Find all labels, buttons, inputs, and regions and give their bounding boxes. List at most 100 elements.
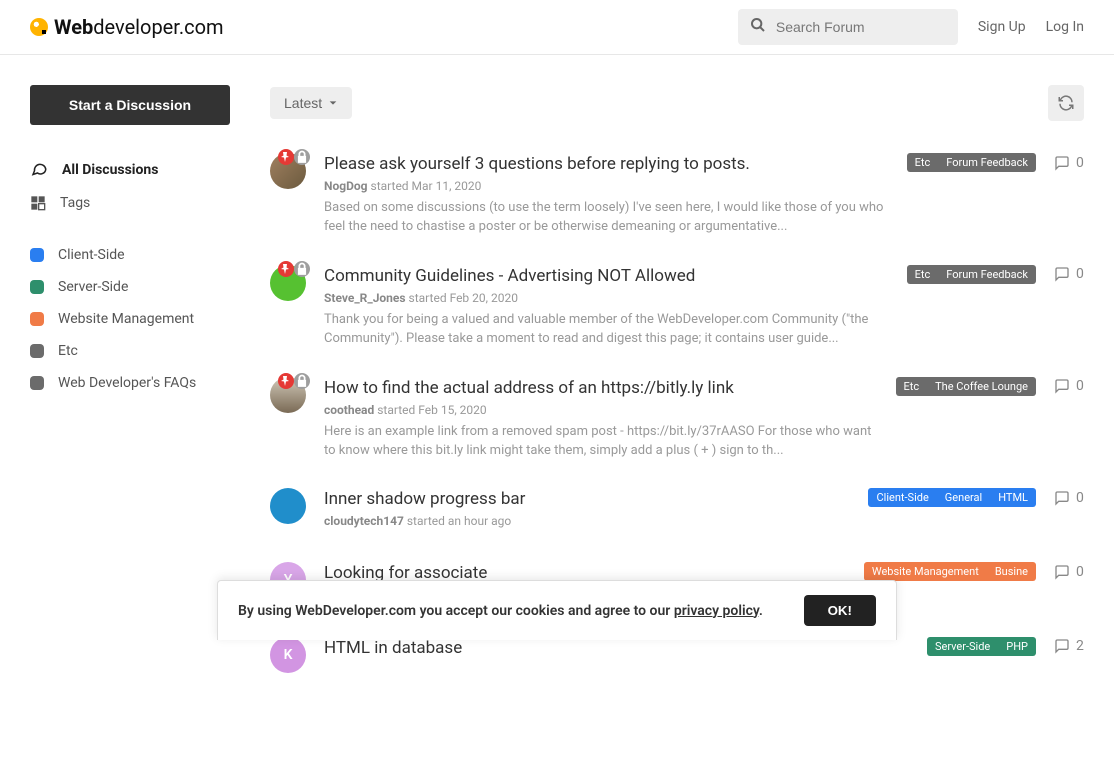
signup-link[interactable]: Sign Up — [978, 19, 1026, 35]
discussion-excerpt: Here is an example link from a removed s… — [324, 423, 878, 461]
sidebar-category-label: Server-Side — [58, 279, 128, 295]
discussion-author[interactable]: NogDog — [324, 179, 368, 193]
discussion-time: started an hour ago — [404, 514, 511, 528]
discussion-right: Website ManagementBusine 0 — [864, 562, 1084, 581]
discussion-meta: cloudytech147 started an hour ago — [324, 514, 850, 528]
avatar[interactable] — [270, 153, 306, 189]
discussion-row[interactable]: Please ask yourself 3 questions before r… — [270, 139, 1084, 251]
pin-icon — [280, 375, 292, 387]
toolbar: Latest — [270, 85, 1084, 121]
discussion-right: Client-SideGeneralHTML 0 — [868, 488, 1084, 507]
tag-badge[interactable]: The Coffee Lounge — [927, 377, 1036, 396]
reply-count-value: 0 — [1076, 266, 1084, 282]
tag-badge[interactable]: Busine — [987, 562, 1036, 581]
tag-badge[interactable]: Forum Feedback — [938, 265, 1036, 284]
discussion-title[interactable]: Inner shadow progress bar — [324, 488, 850, 510]
avatar[interactable] — [270, 377, 306, 413]
tag-color-dot — [30, 312, 44, 326]
discussion-author[interactable]: coothead — [324, 403, 374, 417]
comment-icon — [1054, 155, 1070, 171]
avatar[interactable] — [270, 265, 306, 301]
logo-text-rest: developer.com — [93, 15, 223, 39]
reply-count[interactable]: 0 — [1054, 378, 1084, 394]
tag-badges: EtcForum Feedback — [907, 265, 1036, 284]
discussion-title[interactable]: How to find the actual address of an htt… — [324, 377, 878, 399]
discussion-body: Community Guidelines - Advertising NOT A… — [324, 265, 889, 349]
reply-count[interactable]: 0 — [1054, 266, 1084, 282]
discussion-row[interactable]: Inner shadow progress bar cloudytech147 s… — [270, 474, 1084, 548]
reply-count[interactable]: 0 — [1054, 155, 1084, 171]
tag-badge[interactable]: Etc — [907, 265, 939, 284]
sidebar-category[interactable]: Server-Side — [30, 271, 230, 303]
pin-icon — [280, 263, 292, 275]
sidebar-category[interactable]: Client-Side — [30, 239, 230, 271]
sidebar-item-tags[interactable]: Tags — [30, 187, 230, 219]
sidebar-item-label: All Discussions — [62, 162, 158, 178]
comments-icon — [30, 161, 48, 179]
search-wrap — [738, 9, 958, 45]
discussion-time: started Feb 15, 2020 — [374, 403, 486, 417]
tag-badge[interactable]: Etc — [896, 377, 928, 396]
discussion-right: EtcForum Feedback 0 — [907, 265, 1084, 284]
discussion-meta: NogDog started Mar 11, 2020 — [324, 179, 889, 193]
comment-icon — [1054, 266, 1070, 282]
lock-icon — [295, 374, 309, 388]
tag-badge[interactable]: HTML — [990, 488, 1036, 507]
cookie-ok-button[interactable]: OK! — [804, 595, 876, 626]
reply-count-value: 2 — [1076, 638, 1084, 654]
avatar[interactable] — [270, 488, 306, 524]
reply-count[interactable]: 0 — [1054, 490, 1084, 506]
search-input[interactable] — [738, 9, 958, 45]
tag-color-dot — [30, 344, 44, 358]
start-discussion-button[interactable]: Start a Discussion — [30, 85, 230, 125]
discussion-time: started Feb 20, 2020 — [406, 291, 518, 305]
discussion-right: EtcForum Feedback 0 — [907, 153, 1084, 172]
refresh-button[interactable] — [1048, 85, 1084, 121]
tag-badge[interactable]: General — [937, 488, 990, 507]
search-icon — [750, 17, 766, 37]
discussion-excerpt: Based on some discussions (to use the te… — [324, 199, 889, 237]
tag-badge[interactable]: Etc — [907, 153, 939, 172]
discussion-meta: Steve_R_Jones started Feb 20, 2020 — [324, 291, 889, 305]
privacy-policy-link[interactable]: privacy policy — [674, 603, 759, 619]
cookie-text: By using WebDeveloper.com you accept our… — [238, 603, 763, 619]
refresh-icon — [1057, 94, 1075, 112]
tag-badge[interactable]: PHP — [998, 637, 1036, 656]
sidebar-category-label: Web Developer's FAQs — [58, 375, 196, 391]
sidebar-category[interactable]: Etc — [30, 335, 230, 367]
lock-icon — [295, 150, 309, 164]
comment-icon — [1054, 378, 1070, 394]
discussion-title[interactable]: Please ask yourself 3 questions before r… — [324, 153, 889, 175]
discussion-row[interactable]: How to find the actual address of an htt… — [270, 363, 1084, 475]
tag-badge[interactable]: Server-Side — [927, 637, 998, 656]
reply-count[interactable]: 2 — [1054, 638, 1084, 654]
discussion-author[interactable]: Steve_R_Jones — [324, 291, 406, 305]
discussion-title[interactable]: Community Guidelines - Advertising NOT A… — [324, 265, 889, 287]
sidebar: Start a Discussion All Discussions Tags … — [30, 85, 230, 687]
discussion-right: Server-SidePHP 2 — [927, 637, 1084, 656]
tag-color-dot — [30, 248, 44, 262]
sidebar-category[interactable]: Web Developer's FAQs — [30, 367, 230, 399]
header: Webdeveloper.com Sign Up Log In — [0, 0, 1114, 55]
sidebar-item-label: Tags — [60, 195, 90, 211]
tag-badge[interactable]: Client-Side — [868, 488, 936, 507]
tag-badge[interactable]: Forum Feedback — [938, 153, 1036, 172]
discussion-author[interactable]: cloudytech147 — [324, 514, 404, 528]
reply-count[interactable]: 0 — [1054, 564, 1084, 580]
discussion-row[interactable]: Community Guidelines - Advertising NOT A… — [270, 251, 1084, 363]
tag-badge[interactable]: Website Management — [864, 562, 987, 581]
tag-badges: EtcThe Coffee Lounge — [896, 377, 1037, 396]
reply-count-value: 0 — [1076, 155, 1084, 171]
sidebar-category[interactable]: Website Management — [30, 303, 230, 335]
tag-badges: Server-SidePHP — [927, 637, 1036, 656]
logo[interactable]: Webdeveloper.com — [30, 15, 224, 39]
avatar[interactable]: K — [270, 637, 306, 673]
login-link[interactable]: Log In — [1046, 19, 1084, 35]
logo-text-bold: Web — [54, 15, 93, 39]
sidebar-category-label: Client-Side — [58, 247, 125, 263]
sidebar-item-all-discussions[interactable]: All Discussions — [30, 153, 230, 187]
discussion-body: HTML in database — [324, 637, 909, 663]
sort-button[interactable]: Latest — [270, 87, 352, 119]
sidebar-category-label: Etc — [58, 343, 78, 359]
discussion-time: started Mar 11, 2020 — [368, 179, 482, 193]
